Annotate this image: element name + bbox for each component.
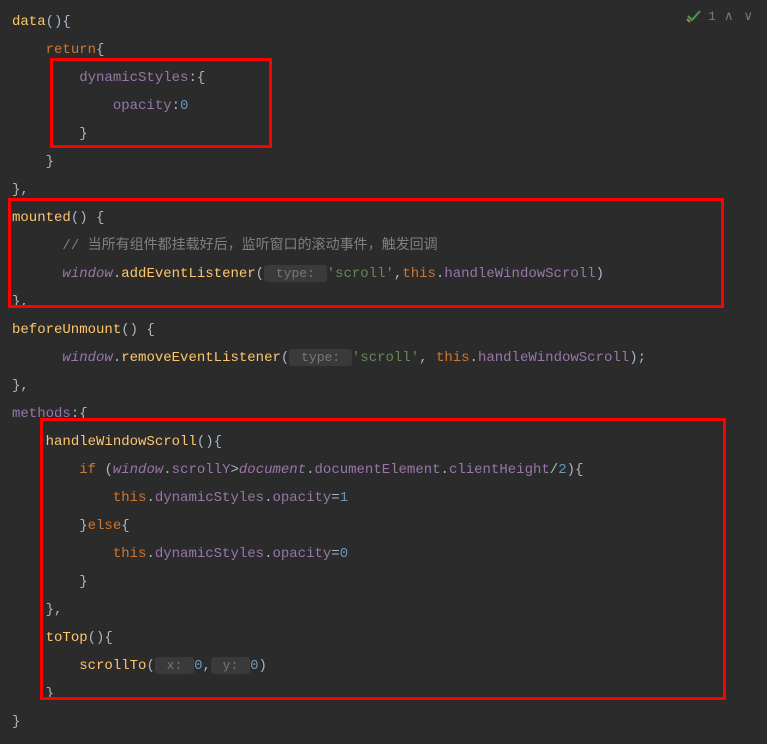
- code-line: }: [12, 120, 767, 148]
- code-line: this.dynamicStyles.opacity=0: [12, 540, 767, 568]
- code-editor[interactable]: data(){ return{ dynamicStyles:{ opacity:…: [0, 0, 767, 744]
- code-line: window.removeEventListener( type: 'scrol…: [12, 344, 767, 372]
- code-line: mounted() {: [12, 204, 767, 232]
- code-line: },: [12, 288, 767, 316]
- code-line: opacity:0: [12, 92, 767, 120]
- code-line: }: [12, 148, 767, 176]
- code-line: handleWindowScroll(){: [12, 428, 767, 456]
- code-line: // 当所有组件都挂载好后，监听窗口的滚动事件，触发回调: [12, 232, 767, 260]
- code-line: }else{: [12, 512, 767, 540]
- code-line: methods:{: [12, 400, 767, 428]
- code-line: },: [12, 176, 767, 204]
- code-line: if (window.scrollY>document.documentElem…: [12, 456, 767, 484]
- code-line: },: [12, 372, 767, 400]
- code-line: dynamicStyles:{: [12, 64, 767, 92]
- code-line: this.dynamicStyles.opacity=1: [12, 484, 767, 512]
- code-line: toTop(){: [12, 624, 767, 652]
- code-line: scrollTo( x: 0, y: 0): [12, 652, 767, 680]
- code-line: },: [12, 596, 767, 624]
- code-line: data(){: [12, 8, 767, 36]
- code-line: beforeUnmount() {: [12, 316, 767, 344]
- code-line: }: [12, 708, 767, 736]
- code-line: }: [12, 680, 767, 708]
- code-line: }: [12, 568, 767, 596]
- code-line: return{: [12, 36, 767, 64]
- code-line: window.addEventListener( type: 'scroll',…: [12, 260, 767, 288]
